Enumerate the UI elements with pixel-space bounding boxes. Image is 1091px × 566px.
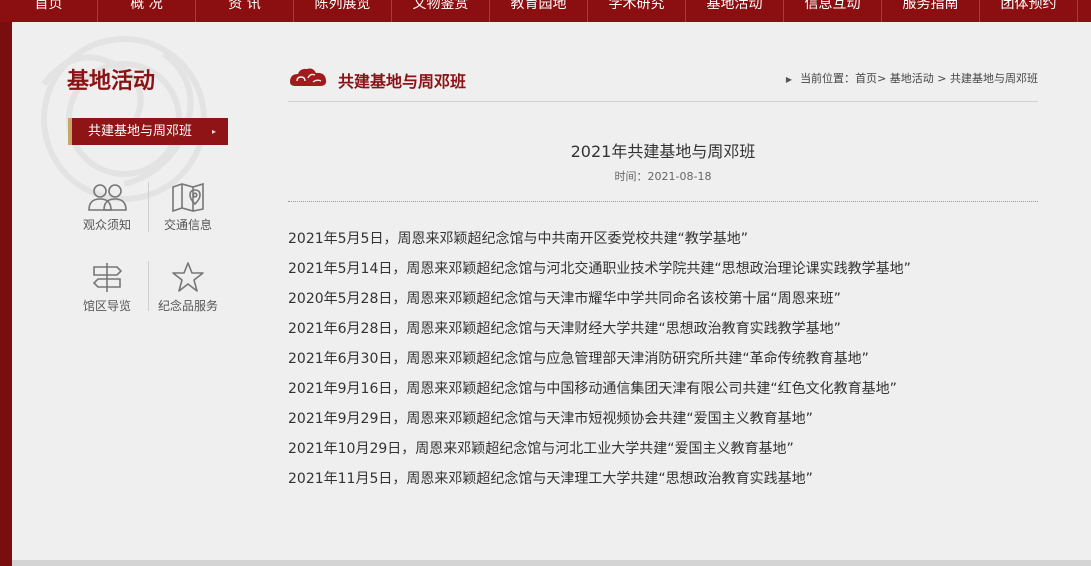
breadcrumb-base-activities-link[interactable]: 基地活动 [890,72,934,85]
content-header: 共建基地与周邓班 ▶ 当前位置：首页> 基地活动 > 共建基地与周邓班 [288,60,1038,102]
nav-item-relics[interactable]: 文物鉴赏 [392,0,490,22]
breadcrumb-home-link[interactable]: 首页 [855,72,877,85]
article-line: 2021年9月29日，周恩来邓颖超纪念馆与天津市短视频协会共建“爱国主义教育基地… [288,411,813,427]
area-guide-link[interactable]: 馆区导览 [69,261,145,314]
visitor-notice-link[interactable]: 观众须知 [69,182,145,233]
caret-right-icon: ▸ [211,127,216,136]
article-line: 2021年5月5日，周恩来邓颖超纪念馆与中共南开区委党校共建“教学基地” [288,231,748,247]
visitor-notice-label: 观众须知 [82,218,131,232]
nav-item-exhibitions[interactable]: 陈列展览 [294,0,392,22]
nav-item-service-guide[interactable]: 服务指南 [882,0,980,22]
article-body: 2021年5月5日，周恩来邓颖超纪念馆与中共南开区委党校共建“教学基地” 202… [288,224,1048,494]
quick-link-divider [148,182,149,232]
article-date: 时间：2021-08-18 [614,170,712,183]
nav-item-news[interactable]: 资 讯 [196,0,294,22]
traffic-info-link[interactable]: 交通信息 [150,182,226,233]
article-line: 2021年9月16日，周恩来邓颖超纪念馆与中国移动通信集团天津有限公司共建“红色… [288,381,897,397]
article-line: 2021年11月5日，周恩来邓颖超纪念馆与天津理工大学共建“思想政治教育实践基地… [288,471,813,487]
traffic-info-label: 交通信息 [163,218,212,232]
top-nav: 首页 概 况 资 讯 陈列展览 文物鉴赏 教育园地 学术研究 基地活动 信息互动… [0,0,1091,22]
sidebar-item-active[interactable]: 共建基地与周邓班 ▸ [68,118,228,145]
auspicious-cloud-icon [290,68,327,86]
bottom-bar [12,560,1091,566]
breadcrumb-current-link[interactable]: 共建基地与周邓班 [950,72,1038,85]
breadcrumb-prefix: 当前位置： [800,72,856,85]
section-title: 共建基地与周邓班 [338,72,467,91]
nav-item-research[interactable]: 学术研究 [588,0,686,22]
breadcrumb: ▶ 当前位置：首页> 基地活动 > 共建基地与周邓班 [786,70,1038,86]
area-guide-label: 馆区导览 [82,299,131,313]
visitors-icon [88,184,127,211]
nav-item-overview[interactable]: 概 况 [98,0,196,22]
article-line: 2020年5月28日，周恩来邓颖超纪念馆与天津市耀华中学共同命名该校第十届“周恩… [288,291,841,307]
nav-item-group-booking[interactable]: 团体预约 [980,0,1078,22]
sidebar-item-label: 共建基地与周邓班 [88,124,193,139]
article-line: 2021年6月30日，周恩来邓颖超纪念馆与应急管理部天津消防研究所共建“革命传统… [288,351,869,367]
map-pin-icon [172,182,204,212]
article-line: 2021年10月29日，周恩来邓颖超纪念馆与河北工业大学共建“爱国主义教育基地” [288,441,794,457]
souvenir-service-link[interactable]: 纪念品服务 [150,261,226,314]
nav-item-home[interactable]: 首页 [0,0,98,22]
breadcrumb-separator: > [937,72,947,85]
nav-item-interaction[interactable]: 信息互动 [784,0,882,22]
sidebar-title: 基地活动 [67,69,156,94]
breadcrumb-separator: > [877,72,887,85]
quick-link-divider [148,261,149,311]
nav-item-base-activities[interactable]: 基地活动 [686,0,784,22]
star-icon [172,262,204,292]
article-line: 2021年6月28日，周恩来邓颖超纪念馆与天津财经大学共建“思想政治教育实践教学… [288,321,841,337]
article-line: 2021年5月14日，周恩来邓颖超纪念馆与河北交通职业技术学院共建“思想政治理论… [288,261,911,277]
souvenir-service-label: 纪念品服务 [157,299,218,313]
nav-item-education[interactable]: 教育园地 [490,0,588,22]
dotted-divider [288,201,1038,202]
left-edge-strip [0,22,12,566]
play-arrow-icon: ▶ [785,75,793,84]
signpost-icon [92,263,123,292]
article-title: 2021年共建基地与周邓班 [570,142,756,161]
